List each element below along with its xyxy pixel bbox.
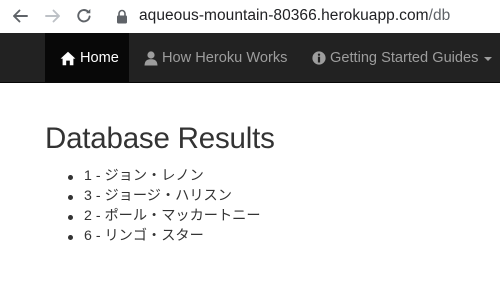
nav-item-how-heroku-works[interactable]: How Heroku Works [129,33,295,83]
list-item: 6 - リンゴ・スター [68,226,261,246]
results-list: 1 - ジョン・レノン 3 - ジョージ・ハリスン 2 - ポール・マッカートニ… [68,166,261,246]
nav-item-label: Getting Started Guides [330,50,479,66]
home-icon [60,51,76,65]
info-sign-icon [312,51,326,65]
list-item: 1 - ジョン・レノン [68,166,261,186]
nav-item-label: Home [80,50,119,66]
url-host: aqueous-mountain-80366.herokuapp.com [139,7,429,24]
lock-icon[interactable] [116,9,128,24]
nav-item-getting-started-guides[interactable]: Getting Started Guides [295,33,500,83]
nav-item-label: How Heroku Works [162,50,288,66]
address-bar[interactable]: aqueous-mountain-80366.herokuapp.com/db [139,6,450,26]
user-icon [144,50,158,65]
arrow-left-icon [13,9,28,23]
list-item: 2 - ポール・マッカートニー [68,208,261,224]
top-navbar: Home How Heroku Works Getting Started Gu… [0,33,500,83]
caret-down-icon [484,57,493,61]
list-item: 3 - ジョージ・ハリスン [68,186,261,206]
reload-button[interactable] [72,4,96,28]
page-title: Database Results [45,122,275,155]
url-path: /db [428,7,451,24]
back-button[interactable] [8,4,32,28]
nav-item-home[interactable]: Home [45,33,129,83]
reload-icon [77,9,91,23]
browser-toolbar: aqueous-mountain-80366.herokuapp.com/db [0,0,500,33]
forward-button[interactable] [41,4,65,28]
arrow-right-icon [45,9,60,23]
